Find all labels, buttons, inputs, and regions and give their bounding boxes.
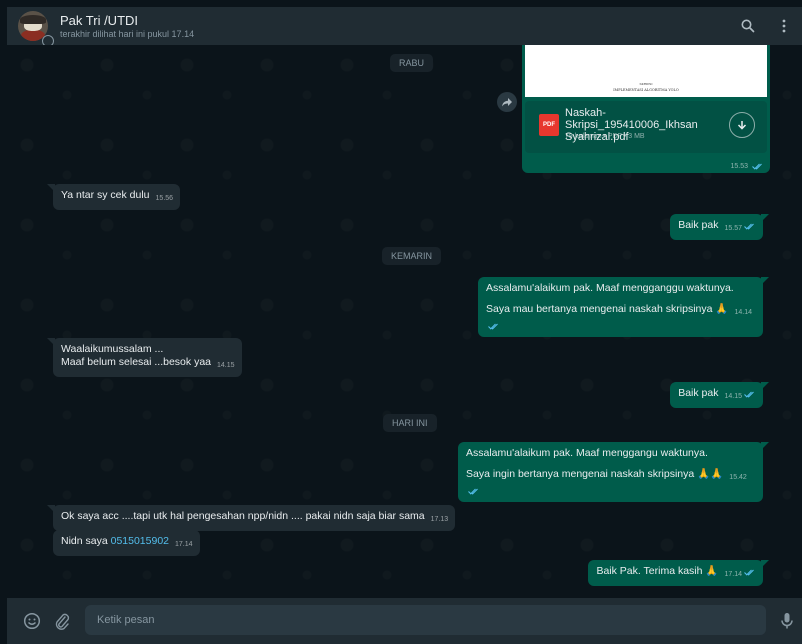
message-time: 15.56 xyxy=(155,195,174,202)
message-text: Baik pak xyxy=(678,219,719,231)
message-time: 17.14 xyxy=(724,571,742,578)
forward-icon[interactable] xyxy=(497,92,517,112)
kebab-menu-icon[interactable] xyxy=(766,7,802,45)
message-input[interactable] xyxy=(85,605,766,635)
double-check-icon xyxy=(468,488,478,495)
message-text-line1: Assalamu'alaikum pak. Maaf mengganggu wa… xyxy=(486,282,734,294)
date-separator-rabu: RABU xyxy=(390,54,434,72)
whatsapp-chat-window: Pak Tri /UTDI terakhir dilihat hari ini … xyxy=(0,0,802,644)
avatar-hat xyxy=(20,15,46,24)
double-check-icon xyxy=(744,569,754,576)
search-icon[interactable] xyxy=(730,7,766,45)
message-outgoing[interactable]: Assalamu'alaikum pak. Maaf menggangu wak… xyxy=(458,442,769,502)
emoji-icon[interactable] xyxy=(21,610,43,632)
message-time: 14.15 xyxy=(217,362,235,369)
message-text-line2: Saya ingin bertanya mengenai naskah skri… xyxy=(466,468,724,480)
message-time: 17.13 xyxy=(430,516,449,523)
message-incoming[interactable]: Nidn saya 0515015902 17.14 xyxy=(53,530,200,556)
message-text-line2: Saya mau bertanya mengenai naskah skrips… xyxy=(486,303,729,315)
date-separator-hari-ini: HARI INI xyxy=(383,414,437,432)
message-meta: 15.53 xyxy=(731,163,764,170)
contact-info[interactable]: Pak Tri /UTDI terakhir dilihat hari ini … xyxy=(60,13,194,40)
message-text: Baik Pak. Terima kasih 🙏 xyxy=(596,565,719,577)
message-composer xyxy=(7,598,802,644)
chat-messages-area[interactable]: RABU SKRIPSI IMPLEMENTASI ALGORITMA YOLO… xyxy=(7,45,802,598)
double-check-icon xyxy=(744,391,754,398)
message-time: 15.42 xyxy=(729,474,747,481)
message-incoming[interactable]: Ya ntar sy cek dulu 15.56 xyxy=(46,184,181,210)
header-actions xyxy=(730,7,802,45)
chat-header: Pak Tri /UTDI terakhir dilihat hari ini … xyxy=(7,7,802,47)
message-time: 17.14 xyxy=(175,541,193,548)
double-check-icon xyxy=(744,223,754,230)
paperclip-icon[interactable] xyxy=(51,610,73,632)
message-time: 15.57 xyxy=(724,225,742,232)
double-check-icon xyxy=(752,163,762,170)
message-outgoing[interactable]: Assalamu'alaikum pak. Maaf mengganggu wa… xyxy=(478,277,769,337)
message-outgoing[interactable]: Baik pak 14.15 xyxy=(670,382,769,408)
message-text-line1: Assalamu'alaikum pak. Maaf menggangu wak… xyxy=(466,447,708,459)
message-outgoing[interactable]: Baik pak 15.57 xyxy=(670,214,769,240)
message-text: Baik pak xyxy=(678,387,719,399)
message-incoming[interactable]: Ok saya acc ....tapi utk hal pengesahan … xyxy=(46,505,456,531)
download-icon[interactable] xyxy=(729,112,755,138)
double-check-icon xyxy=(488,323,498,330)
pdf-preview-subtitle: IMPLEMENTASI ALGORITMA YOLO xyxy=(613,88,679,92)
message-text-line1: Waalaikumussalam ... xyxy=(61,343,164,355)
pdf-file-icon: PDF xyxy=(539,114,559,136)
pdf-preview-title: SKRIPSI xyxy=(639,82,653,86)
message-time: 14.15 xyxy=(724,393,742,400)
message-text: Ok saya acc ....tapi utk hal pengesahan … xyxy=(61,510,425,522)
message-time: 15.53 xyxy=(730,163,749,170)
pdf-file-row[interactable]: PDF Naskah-Skripsi_195410006_Ikhsan Syah… xyxy=(525,101,767,153)
message-text: Ya ntar sy cek dulu xyxy=(61,189,150,201)
message-outgoing[interactable]: Baik Pak. Terima kasih 🙏 17.14 xyxy=(588,560,769,586)
pdf-message[interactable]: SKRIPSI IMPLEMENTASI ALGORITMA YOLO PDF … xyxy=(522,45,770,173)
message-text-line2: Maaf belum selesai ...besok yaa xyxy=(61,356,211,368)
contact-name: Pak Tri /UTDI xyxy=(60,12,139,28)
message-text: Nidn saya xyxy=(61,535,111,547)
phone-number-link[interactable]: 0515015902 xyxy=(111,535,169,547)
message-incoming[interactable]: Waalaikumussalam ... Maaf belum selesai … xyxy=(47,338,242,377)
date-separator-kemarin: KEMARIN xyxy=(382,247,442,265)
pdf-file-meta: 79 halaman • PDF • 3 MB xyxy=(565,133,645,140)
microphone-icon[interactable] xyxy=(776,610,798,632)
last-seen-status: terakhir dilihat hari ini pukul 17.14 xyxy=(60,28,195,39)
pdf-preview[interactable]: SKRIPSI IMPLEMENTASI ALGORITMA YOLO xyxy=(525,45,767,97)
message-time: 14.14 xyxy=(734,309,752,316)
